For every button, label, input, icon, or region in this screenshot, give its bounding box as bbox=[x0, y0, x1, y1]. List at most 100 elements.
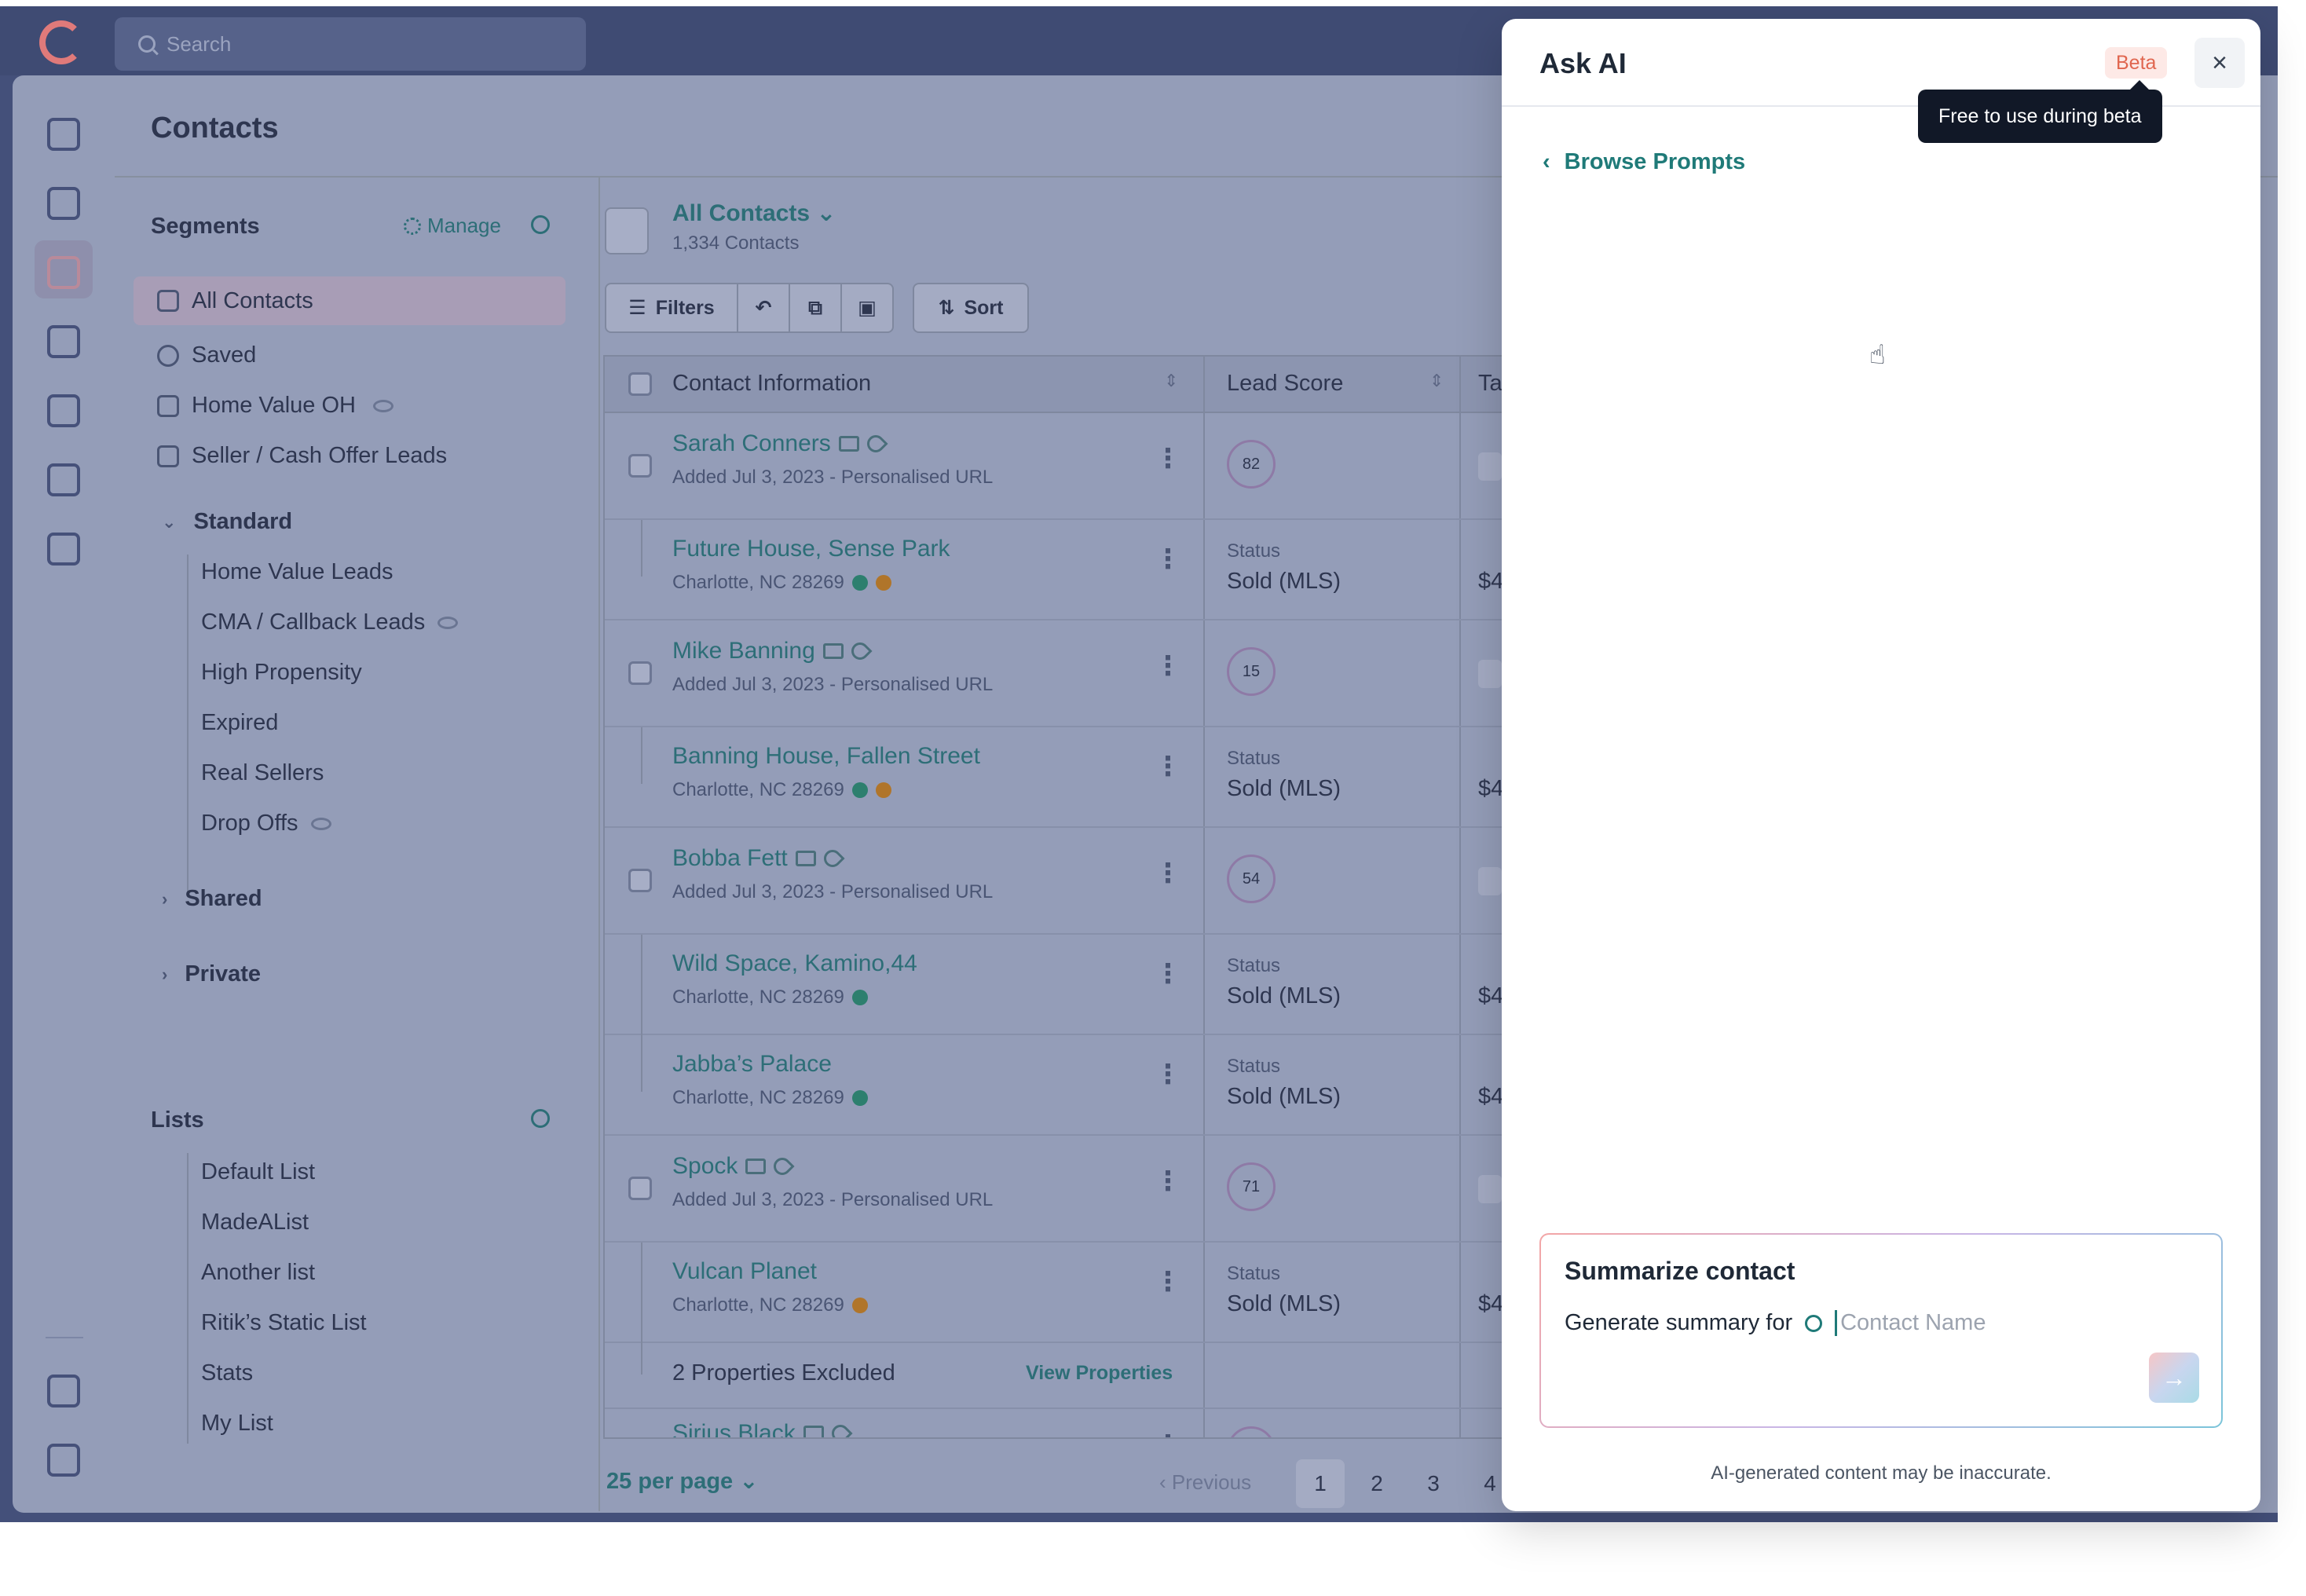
property-sub: Charlotte, NC 28269 bbox=[672, 1087, 868, 1109]
reports-icon[interactable] bbox=[47, 394, 80, 427]
row-menu-icon[interactable]: ⋮ bbox=[1155, 443, 1181, 474]
send-button[interactable]: → bbox=[2149, 1353, 2199, 1403]
row-menu-icon[interactable]: ⋮ bbox=[1155, 650, 1181, 682]
segment-real-sellers[interactable]: Real Sellers bbox=[201, 760, 324, 786]
segment-item-saved[interactable]: Saved bbox=[157, 342, 256, 368]
list-item[interactable]: MadeAList bbox=[201, 1210, 309, 1235]
page-button[interactable]: 2 bbox=[1352, 1459, 1401, 1508]
list-search-icon[interactable] bbox=[531, 1109, 550, 1128]
sort-arrows-icon[interactable]: ⇕ bbox=[1164, 371, 1178, 391]
list-item[interactable]: Another list bbox=[201, 1260, 315, 1286]
select-all-checkbox[interactable] bbox=[628, 372, 652, 396]
table-row[interactable]: Jabba’s Palace Charlotte, NC 28269 ⋮ Sta… bbox=[605, 1035, 1623, 1136]
segment-expired[interactable]: Expired bbox=[201, 710, 278, 736]
row-menu-icon[interactable]: ⋮ bbox=[1155, 544, 1181, 575]
list-item[interactable]: Stats bbox=[201, 1360, 253, 1386]
contact-name-link[interactable]: Sarah Conners bbox=[672, 430, 888, 457]
table-row[interactable]: Sirius Black ⋮ 95 bbox=[605, 1409, 1623, 1437]
lists-title: Lists bbox=[151, 1107, 204, 1133]
property-sub: Charlotte, NC 28269 bbox=[672, 572, 891, 594]
page-button[interactable]: 3 bbox=[1409, 1459, 1458, 1508]
contact-name-input[interactable]: Contact Name bbox=[1835, 1310, 1986, 1336]
database-icon[interactable] bbox=[47, 533, 80, 566]
col-contact-information[interactable]: Contact Information bbox=[672, 371, 871, 397]
contact-name-link[interactable]: Mike Banning bbox=[672, 638, 873, 664]
apps-icon[interactable] bbox=[47, 1444, 80, 1477]
row-menu-icon[interactable]: ⋮ bbox=[1155, 1059, 1181, 1090]
row-menu-icon[interactable]: ⋮ bbox=[1155, 1429, 1181, 1437]
funnel-icon[interactable] bbox=[47, 187, 80, 220]
close-button[interactable]: × bbox=[2194, 38, 2245, 88]
segment-item-home-value-oh[interactable]: Home Value OH bbox=[157, 393, 393, 419]
row-menu-icon[interactable]: ⋮ bbox=[1155, 958, 1181, 990]
col-lead-score[interactable]: Lead Score bbox=[1227, 371, 1343, 397]
row-checkbox[interactable] bbox=[628, 869, 652, 892]
contact-name-link[interactable]: Bobba Fett bbox=[672, 845, 845, 872]
col-tags[interactable]: Ta bbox=[1478, 371, 1503, 397]
list-item[interactable]: My List bbox=[201, 1411, 273, 1437]
row-menu-icon[interactable]: ⋮ bbox=[1155, 751, 1181, 782]
save-button[interactable]: ▣ bbox=[840, 283, 894, 333]
row-checkbox[interactable] bbox=[628, 1177, 652, 1200]
row-menu-icon[interactable]: ⋮ bbox=[1155, 1266, 1181, 1298]
property-name-link[interactable]: Future House, Sense Park bbox=[672, 536, 950, 562]
property-name-link[interactable]: Vulcan Planet bbox=[672, 1258, 817, 1285]
view-selector[interactable]: All Contacts ⌄ bbox=[672, 200, 836, 227]
row-checkbox[interactable] bbox=[628, 661, 652, 685]
row-menu-icon[interactable]: ⋮ bbox=[1155, 858, 1181, 889]
sort-arrows-icon[interactable]: ⇕ bbox=[1429, 371, 1444, 391]
contacts-icon[interactable] bbox=[47, 256, 80, 289]
property-name-link[interactable]: Jabba’s Palace bbox=[672, 1051, 832, 1078]
home-icon[interactable] bbox=[47, 118, 80, 151]
previous-page-button[interactable]: ‹ Previous bbox=[1159, 1470, 1251, 1495]
workflow-icon[interactable] bbox=[47, 463, 80, 496]
segment-drop-offs[interactable]: Drop Offs bbox=[201, 811, 331, 836]
table-row[interactable]: Banning House, Fallen Street Charlotte, … bbox=[605, 727, 1623, 828]
sidebar-toggle-button[interactable] bbox=[605, 207, 649, 254]
per-page-select[interactable]: 25 per page ⌄ bbox=[606, 1467, 759, 1495]
segment-item-all-contacts[interactable]: All Contacts bbox=[134, 276, 566, 325]
filters-button[interactable]: ☰ Filters bbox=[605, 283, 738, 333]
table-row[interactable]: Sarah Conners Added Jul 3, 2023 - Person… bbox=[605, 413, 1623, 520]
segments-title: Segments bbox=[151, 214, 260, 239]
table-row[interactable]: Future House, Sense Park Charlotte, NC 2… bbox=[605, 520, 1623, 620]
undo-button[interactable]: ↶ bbox=[737, 283, 790, 333]
row-menu-icon[interactable]: ⋮ bbox=[1155, 1166, 1181, 1197]
contact-name-link[interactable]: Spock bbox=[672, 1153, 795, 1180]
segment-cma-callback[interactable]: CMA / Callback Leads bbox=[201, 609, 459, 635]
group-standard[interactable]: ⌄ Standard bbox=[162, 509, 292, 535]
property-name-link[interactable]: Wild Space, Kamino,44 bbox=[672, 950, 917, 977]
table-row[interactable]: Mike Banning Added Jul 3, 2023 - Persona… bbox=[605, 620, 1623, 727]
table-row[interactable]: Bobba Fett Added Jul 3, 2023 - Personali… bbox=[605, 828, 1623, 935]
app-logo-icon[interactable] bbox=[39, 20, 83, 64]
megaphone-icon[interactable] bbox=[47, 325, 80, 358]
segment-label: All Contacts bbox=[192, 287, 313, 313]
view-properties-link[interactable]: View Properties bbox=[1026, 1362, 1173, 1385]
table-row[interactable]: Vulcan Planet Charlotte, NC 28269 ⋮ Stat… bbox=[605, 1243, 1623, 1343]
table-row[interactable]: Spock Added Jul 3, 2023 - Personalised U… bbox=[605, 1136, 1623, 1243]
segment-search-icon[interactable] bbox=[531, 215, 550, 234]
beta-badge: Beta bbox=[2105, 47, 2168, 79]
segment-label: Home Value OH bbox=[192, 393, 356, 418]
prompt-card[interactable]: Summarize contact Generate summary for C… bbox=[1539, 1233, 2223, 1428]
page-button[interactable]: 1 bbox=[1296, 1459, 1345, 1508]
settings-icon[interactable] bbox=[47, 1375, 80, 1407]
table-row[interactable]: Wild Space, Kamino,44 Charlotte, NC 2826… bbox=[605, 935, 1623, 1035]
sort-button[interactable]: ⇅ Sort bbox=[913, 283, 1029, 333]
list-item[interactable]: Default List bbox=[201, 1159, 315, 1185]
group-shared[interactable]: › Shared bbox=[162, 886, 262, 912]
manage-button[interactable]: Manage bbox=[404, 214, 501, 238]
property-sub: Charlotte, NC 28269 bbox=[672, 779, 891, 801]
warning-icon bbox=[875, 575, 891, 591]
segment-home-value-leads[interactable]: Home Value Leads bbox=[201, 559, 393, 585]
property-name-link[interactable]: Banning House, Fallen Street bbox=[672, 743, 980, 770]
contact-name-link[interactable]: Sirius Black bbox=[672, 1420, 853, 1437]
segment-high-propensity[interactable]: High Propensity bbox=[201, 660, 362, 686]
search-bar[interactable]: Search bbox=[115, 17, 586, 71]
group-private[interactable]: › Private bbox=[162, 961, 261, 987]
list-item[interactable]: Ritik’s Static List bbox=[201, 1310, 367, 1336]
segment-item-seller-cash-offer[interactable]: Seller / Cash Offer Leads bbox=[157, 443, 447, 469]
row-checkbox[interactable] bbox=[628, 454, 652, 478]
browse-prompts-button[interactable]: ‹ Browse Prompts bbox=[1543, 149, 1745, 175]
copy-button[interactable]: ⧉ bbox=[789, 283, 842, 333]
